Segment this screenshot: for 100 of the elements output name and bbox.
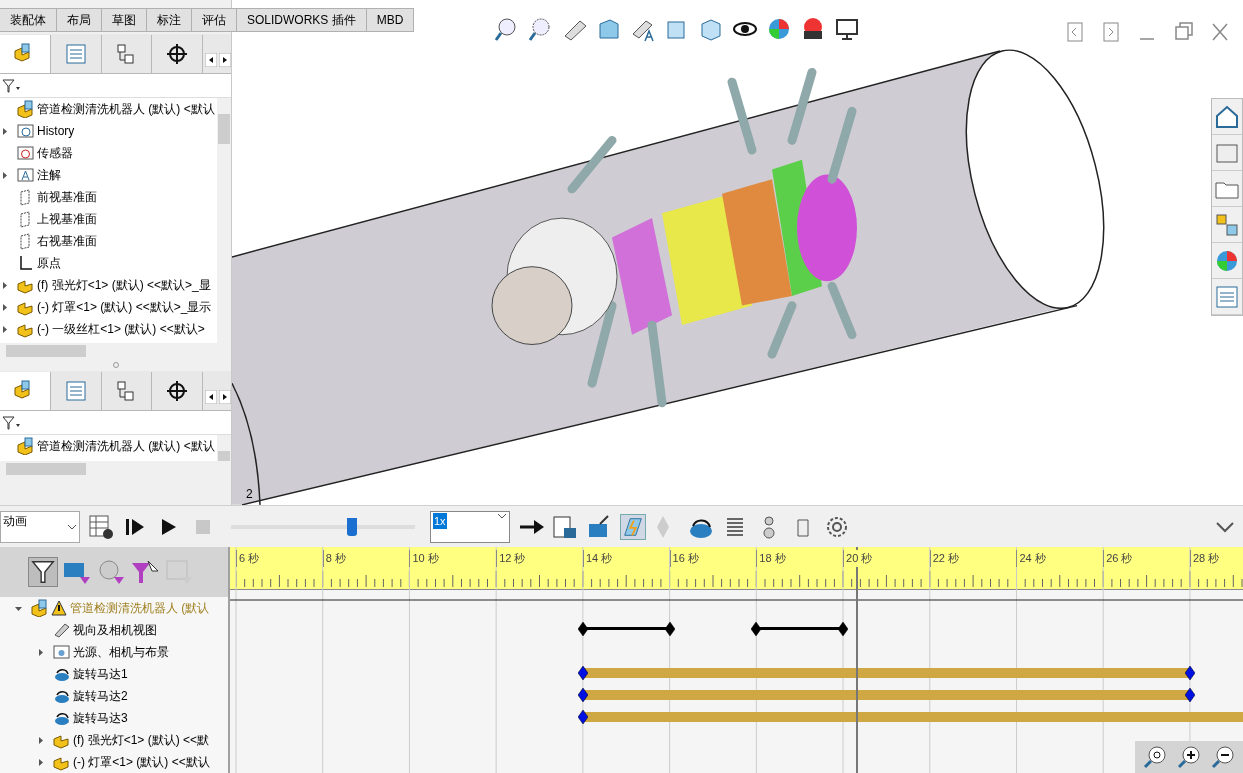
filter-icon[interactable]	[2, 415, 20, 430]
tree-item[interactable]: 管道检测清洗机器人 (默认	[70, 599, 210, 617]
origin-icon	[17, 254, 34, 272]
keyframe-icon[interactable]	[751, 622, 762, 636]
filter-icon[interactable]	[28, 557, 58, 587]
feature-manager-tab[interactable]	[0, 35, 51, 73]
autokey-icon[interactable]	[620, 513, 646, 540]
maximize-icon[interactable]	[1175, 22, 1193, 42]
chevron-down-icon	[497, 511, 507, 520]
tree-item[interactable]: 原点	[37, 254, 61, 272]
scroll-right-icon[interactable]	[219, 390, 231, 404]
playhead[interactable]	[856, 547, 859, 773]
ruler-label: 12 秒	[496, 550, 527, 567]
time-ruler[interactable]: 6 秒 8 秒 10 秒 12 秒 14 秒 16 秒 18 秒 20 秒 22 秒 24 秒 26 秒 28 秒	[230, 547, 1243, 590]
command-tab[interactable]: MBD	[365, 8, 415, 32]
keyframe-icon[interactable]	[578, 688, 588, 702]
tree-item[interactable]: 上视基准面	[37, 210, 97, 228]
collapse-icon[interactable]	[1215, 519, 1235, 534]
chevron-down-icon	[67, 522, 77, 531]
ruler-label: 22 秒	[929, 550, 961, 567]
tree-item[interactable]: 管道检测清洗机器人 (默认) <默认	[37, 100, 215, 118]
tree-item[interactable]: (-) 一级丝杠<1> (默认) <<默认>	[37, 320, 205, 338]
scroll-left-icon[interactable]	[205, 53, 217, 67]
slider-thumb[interactable]	[346, 517, 357, 536]
keyframe-icon[interactable]	[578, 710, 588, 724]
history-folder-icon	[17, 122, 34, 140]
speed-dropdown[interactable]: 1x	[430, 510, 510, 543]
home-icon[interactable]	[1214, 103, 1240, 130]
zoom-out-icon[interactable]	[1211, 745, 1235, 769]
property-icon	[64, 380, 87, 402]
assembly-icon	[31, 599, 48, 617]
command-tab[interactable]: 标注	[146, 8, 192, 32]
monitor-icon[interactable]	[834, 16, 860, 42]
command-tab[interactable]: 装配体	[0, 8, 57, 32]
viewport-label: 2	[246, 486, 253, 503]
ruler-label: 6 秒	[236, 550, 261, 567]
command-tab[interactable]: 草图	[101, 8, 147, 32]
appearance-icon[interactable]	[766, 16, 792, 42]
tree-item[interactable]: 旋转马达2	[73, 687, 128, 705]
tree-item[interactable]: (f) 强光灯<1> (默认) <<默认>_显	[37, 276, 211, 294]
ruler-label: 20 秒	[843, 550, 874, 567]
playback-slider[interactable]	[228, 516, 418, 537]
tree-item[interactable]: 前视基准面	[37, 188, 97, 206]
collapse-arrow-icon[interactable]	[36, 757, 45, 767]
wizard-icon[interactable]	[586, 513, 612, 540]
tree-item[interactable]: History	[37, 122, 75, 140]
collapse-arrow-icon[interactable]	[36, 735, 45, 745]
tree-item[interactable]: (f) 强光灯<1> (默认) <<默	[73, 731, 210, 749]
keyframe-icon[interactable]	[838, 622, 849, 636]
ruler-label: 14 秒	[582, 550, 614, 567]
vertical-scrollbar[interactable]	[217, 98, 231, 343]
property-icon	[64, 43, 87, 65]
scroll-left-icon[interactable]	[205, 390, 217, 404]
scroll-right-icon[interactable]	[219, 53, 231, 67]
feature-manager-tab[interactable]	[0, 372, 51, 410]
keyframe-icon[interactable]	[664, 622, 675, 636]
sensor-folder-icon	[17, 144, 34, 162]
tree-item[interactable]: 光源、相机与布景	[73, 643, 169, 661]
annotation-folder-icon	[17, 166, 34, 184]
tree-item[interactable]: 视向及相机视图	[73, 621, 157, 639]
calculate-icon[interactable]	[88, 513, 114, 540]
tree-item[interactable]: 传感器	[37, 144, 73, 162]
lights-folder-icon	[53, 643, 70, 661]
assembly-icon	[17, 100, 34, 118]
tree-item[interactable]: 旋转马达3	[73, 709, 128, 727]
vertical-scrollbar[interactable]	[217, 435, 231, 461]
keyframe-icon[interactable]	[1184, 688, 1195, 702]
keyframe-icon[interactable]	[1184, 666, 1195, 680]
ruler-label: 28 秒	[1189, 550, 1221, 567]
close-icon[interactable]	[1211, 22, 1229, 42]
ruler-label: 26 秒	[1103, 550, 1134, 567]
tree-item[interactable]: (-) 灯罩<1> (默认) <<默认	[73, 753, 210, 771]
save-animation-icon[interactable]	[552, 513, 578, 540]
section-view-icon[interactable]	[596, 16, 622, 42]
study-type-dropdown[interactable]: 动画	[0, 510, 80, 543]
collapse-arrow-icon[interactable]	[0, 280, 9, 290]
tree-item[interactable]: (-) 灯罩<1> (默认) <<默认>_显示	[37, 298, 212, 316]
command-tab[interactable]: 评估	[191, 8, 237, 32]
collapse-arrow-icon[interactable]	[36, 647, 45, 657]
zoom-to-fit-icon[interactable]	[1143, 745, 1167, 769]
keyframe-icon[interactable]	[578, 622, 588, 636]
keyframe-icon[interactable]	[578, 666, 588, 680]
ruler-label: 16 秒	[669, 550, 700, 567]
target-icon	[166, 380, 189, 402]
restore-right-icon[interactable]	[1103, 22, 1121, 42]
assembly-icon	[17, 437, 34, 455]
collapse-arrow-icon[interactable]	[0, 126, 9, 136]
restore-left-icon[interactable]	[1067, 22, 1085, 42]
tree-item[interactable]: 注解	[37, 166, 61, 184]
command-tab[interactable]: SOLIDWORKS 插件	[236, 8, 367, 32]
view-palette-icon[interactable]	[1214, 211, 1240, 238]
zoom-in-icon[interactable]	[1177, 745, 1201, 769]
collapse-arrow-icon[interactable]	[0, 170, 9, 180]
collapse-arrow-icon[interactable]	[0, 302, 9, 312]
filter-icon[interactable]	[2, 78, 20, 93]
ruler-label: 18 秒	[756, 550, 787, 567]
tree-item[interactable]: 右视基准面	[37, 232, 97, 250]
tree-item[interactable]: 旋转马达1	[73, 665, 128, 683]
collapse-arrow-icon[interactable]	[0, 324, 9, 334]
command-tab[interactable]: 布局	[56, 8, 102, 32]
